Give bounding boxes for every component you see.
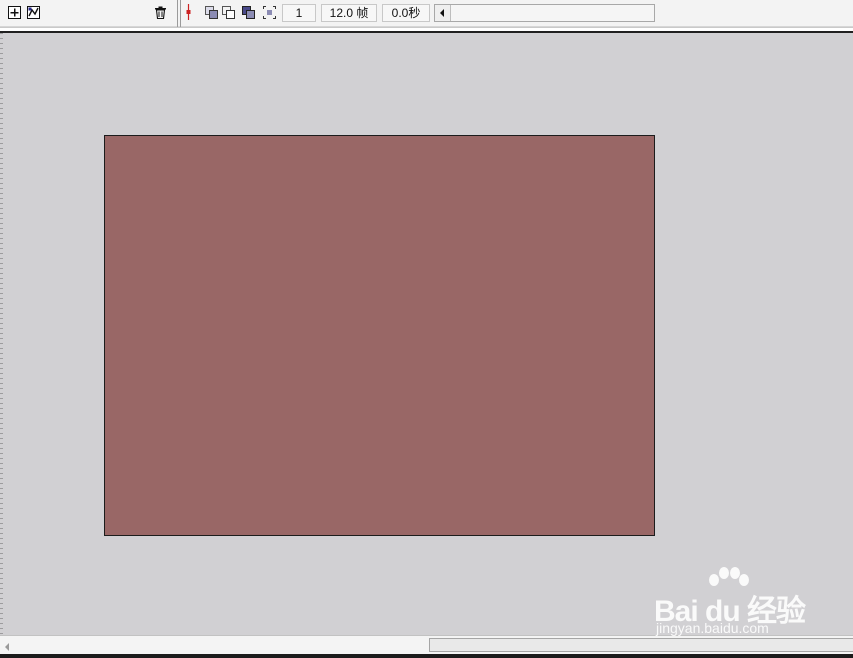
onion-skin-icon[interactable] — [205, 6, 218, 19]
toolbar-divider — [180, 0, 181, 27]
modify-onion-markers-icon[interactable] — [263, 6, 276, 19]
frame-rate-field[interactable]: 12.0 帧 — [321, 4, 377, 22]
stage-pasteboard — [0, 33, 853, 635]
current-frame-field: 1 — [282, 4, 316, 22]
playhead-marker-icon[interactable] — [184, 4, 193, 20]
ruler-guide — [0, 33, 3, 635]
toolbar-divider — [177, 0, 178, 27]
flash-editor-window: 1 12.0 帧 0.0秒 Bai du 经验 jingyan.baidu.co… — [0, 0, 853, 658]
scroll-left-arrow-icon[interactable] — [2, 640, 12, 652]
timeline-horizontal-scrollbar[interactable] — [434, 4, 655, 22]
insert-layer-icon[interactable] — [8, 6, 21, 19]
window-bottom-edge — [0, 654, 853, 658]
edit-multiple-frames-icon[interactable] — [242, 6, 255, 19]
timeline-toolbar: 1 12.0 帧 0.0秒 — [0, 0, 853, 27]
scrollbar-thumb[interactable] — [429, 638, 853, 652]
stage-canvas[interactable] — [104, 135, 655, 536]
onion-skin-outlines-icon[interactable] — [222, 6, 235, 19]
add-motion-guide-icon[interactable] — [27, 6, 40, 19]
scrollbar-track[interactable] — [451, 5, 654, 21]
delete-layer-icon[interactable] — [154, 6, 167, 19]
elapsed-time-field: 0.0秒 — [382, 4, 430, 22]
scroll-left-arrow-icon[interactable] — [435, 5, 451, 21]
